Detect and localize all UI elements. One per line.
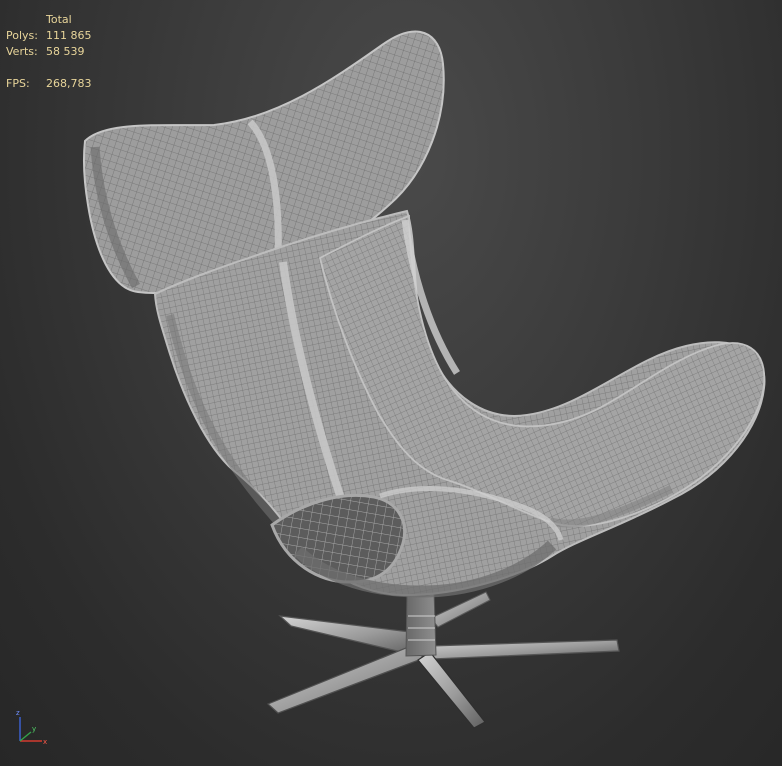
base-leg-front[interactable] bbox=[417, 651, 486, 729]
base-leg-front-left[interactable] bbox=[266, 645, 426, 714]
swivel-column[interactable] bbox=[405, 589, 437, 657]
chair-3d-model[interactable] bbox=[0, 0, 782, 766]
chair-shell[interactable] bbox=[83, 30, 766, 598]
chair-base[interactable] bbox=[266, 583, 620, 729]
x-axis-label: x bbox=[43, 738, 47, 746]
base-leg-back[interactable] bbox=[430, 591, 491, 628]
3d-viewport[interactable]: Total Polys: 111 865 Verts: 58 539 FPS: … bbox=[0, 0, 782, 766]
axis-gizmo: z x y bbox=[16, 709, 47, 746]
y-axis-line bbox=[19, 731, 32, 742]
base-leg-right[interactable] bbox=[429, 639, 620, 660]
base-leg-left[interactable] bbox=[278, 615, 422, 655]
y-axis-label: y bbox=[32, 725, 36, 733]
z-axis-label: z bbox=[16, 709, 20, 717]
